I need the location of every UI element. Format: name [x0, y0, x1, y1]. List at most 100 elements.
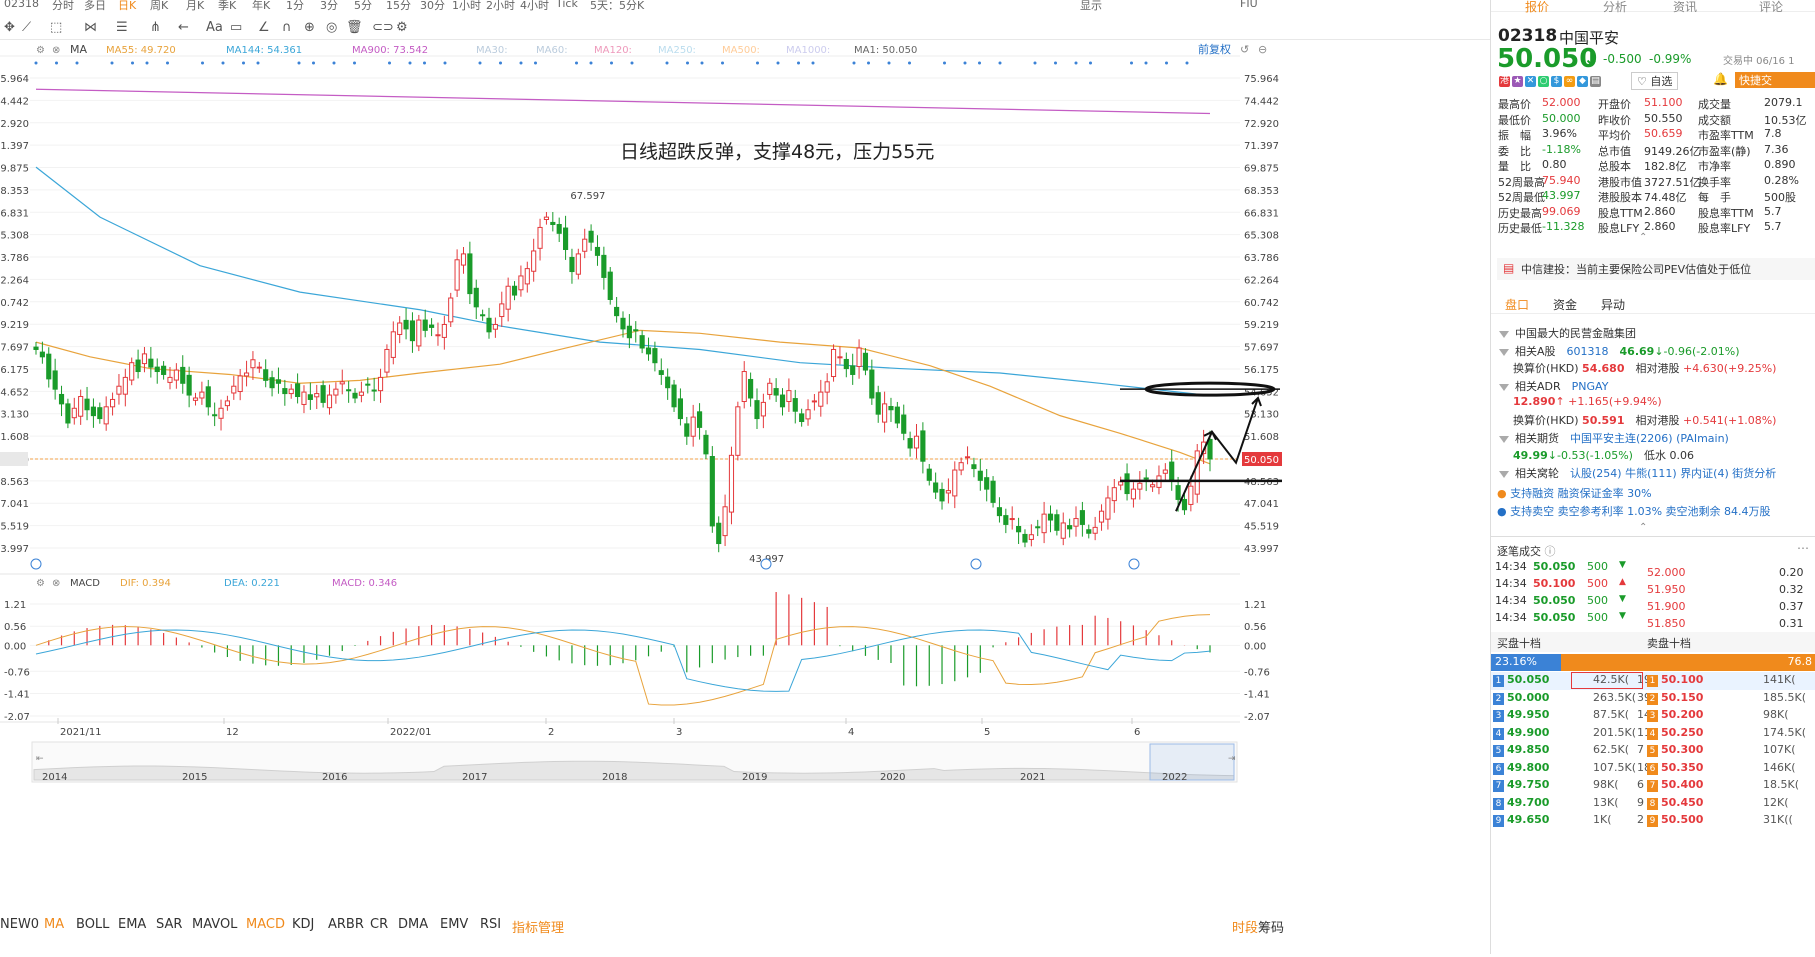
candle[interactable] [109, 398, 116, 408]
candle[interactable] [435, 334, 441, 337]
candle[interactable] [652, 348, 658, 364]
event-marker-icon[interactable] [30, 558, 42, 570]
candle[interactable] [333, 388, 339, 396]
period-item[interactable]: 4小时 [520, 0, 549, 12]
event-dot[interactable] [408, 61, 412, 65]
candle[interactable] [397, 322, 403, 335]
candle[interactable] [454, 259, 460, 291]
candle[interactable] [403, 319, 409, 330]
candle[interactable] [677, 398, 683, 420]
candle[interactable] [1067, 525, 1073, 530]
chart-area[interactable]: ⚙ ⊗ MA MA55: 49.720 MA144: 54.361 MA900: 73.5… [0, 42, 1490, 954]
candle[interactable] [1118, 481, 1124, 486]
indicator-tab[interactable]: ARBR [328, 917, 364, 932]
candle[interactable] [243, 372, 250, 377]
candle[interactable] [390, 331, 396, 358]
candle[interactable] [601, 254, 607, 278]
topbar-right-item[interactable]: 显示 [1080, 0, 1102, 12]
candle[interactable] [511, 285, 518, 296]
candle[interactable] [990, 480, 996, 503]
candle[interactable] [760, 401, 766, 417]
period-item[interactable]: 5分 [354, 0, 372, 12]
candle[interactable] [856, 347, 862, 368]
candle[interactable] [945, 490, 951, 494]
candle[interactable] [180, 366, 186, 384]
candle[interactable] [205, 386, 211, 408]
candle[interactable] [1016, 525, 1022, 533]
candle[interactable] [161, 365, 167, 375]
event-dot[interactable] [166, 61, 169, 65]
warrants-call[interactable]: 认股(254) [1570, 467, 1622, 480]
candle[interactable] [996, 507, 1003, 517]
candle[interactable] [486, 317, 492, 333]
candle[interactable] [288, 388, 294, 395]
event-dot[interactable] [353, 61, 356, 65]
candle[interactable] [786, 390, 792, 403]
indicator-tab[interactable]: MAVOL [192, 917, 237, 932]
candle[interactable] [888, 406, 894, 411]
candle[interactable] [582, 238, 588, 252]
star-icon[interactable]: ★ [1512, 76, 1523, 87]
event-dot[interactable] [852, 61, 856, 65]
event-dot[interactable] [1185, 61, 1189, 65]
candle[interactable] [1009, 518, 1015, 521]
reset-icon[interactable]: ↺ [1240, 43, 1249, 56]
period-item[interactable]: 年K [252, 0, 270, 12]
candle[interactable] [824, 381, 830, 393]
event-dot[interactable] [201, 61, 204, 65]
nav-right-icon[interactable]: ⇥ [1228, 754, 1236, 764]
candle[interactable] [326, 394, 333, 409]
period-item[interactable]: 3分 [320, 0, 338, 12]
candle[interactable] [862, 352, 869, 371]
text-tool-icon[interactable]: Aa [206, 20, 223, 35]
event-dot[interactable] [221, 61, 225, 65]
candle[interactable] [875, 392, 881, 415]
event-dot[interactable] [256, 61, 260, 65]
candle[interactable] [1181, 498, 1188, 511]
settings-icon[interactable]: ⚙ [36, 578, 45, 589]
bell-icon[interactable]: 🔔 [1713, 72, 1728, 86]
lock-icon[interactable]: ⊕ [304, 20, 315, 35]
candle[interactable] [52, 370, 58, 390]
candle[interactable] [607, 271, 613, 300]
period-item[interactable]: 30分 [420, 0, 445, 12]
book-row[interactable]: 2 50.000 263.5K(39 2 50.150 185.5K( [1491, 690, 1815, 708]
event-dot[interactable] [721, 61, 724, 65]
event-dot[interactable] [75, 61, 79, 65]
candle[interactable] [71, 407, 77, 419]
candle[interactable] [958, 462, 964, 471]
candle[interactable] [339, 381, 345, 385]
candle[interactable] [46, 353, 52, 380]
event-dot[interactable] [797, 61, 800, 65]
candle[interactable] [1150, 484, 1156, 488]
candle[interactable] [441, 323, 447, 338]
topbar-right-item[interactable]: FIU [1240, 0, 1258, 10]
select-icon[interactable]: ⬚ [50, 20, 62, 35]
candle[interactable] [320, 385, 326, 403]
candle[interactable] [224, 400, 230, 407]
candle[interactable] [792, 398, 798, 412]
indicator-tab[interactable]: SAR [156, 917, 182, 932]
candle[interactable] [1086, 529, 1092, 534]
link2-icon[interactable]: ∞ [1564, 76, 1575, 87]
candle[interactable] [696, 411, 703, 428]
candle[interactable] [1137, 482, 1143, 490]
watchlist-button[interactable]: ♡ 自选 [1631, 72, 1679, 90]
event-dot[interactable] [1074, 61, 1078, 65]
candle[interactable] [346, 389, 352, 392]
candle[interactable] [984, 477, 990, 490]
candle[interactable] [33, 346, 39, 350]
candle[interactable] [282, 388, 288, 395]
period-item[interactable]: Tick [556, 0, 578, 10]
hide-icon[interactable]: ◎ [326, 20, 337, 35]
candle[interactable] [409, 320, 416, 342]
candle[interactable] [1041, 513, 1047, 534]
event-dot[interactable] [811, 61, 815, 65]
candle[interactable] [365, 383, 371, 386]
candle[interactable] [1073, 518, 1079, 527]
help-icon[interactable]: ⓘ [1545, 545, 1556, 558]
candle[interactable] [250, 359, 256, 369]
candle[interactable] [256, 366, 262, 369]
book-row[interactable]: 8 49.700 13K(9 8 50.450 12K( [1491, 795, 1815, 813]
dollar-icon[interactable]: $ [1551, 76, 1562, 87]
